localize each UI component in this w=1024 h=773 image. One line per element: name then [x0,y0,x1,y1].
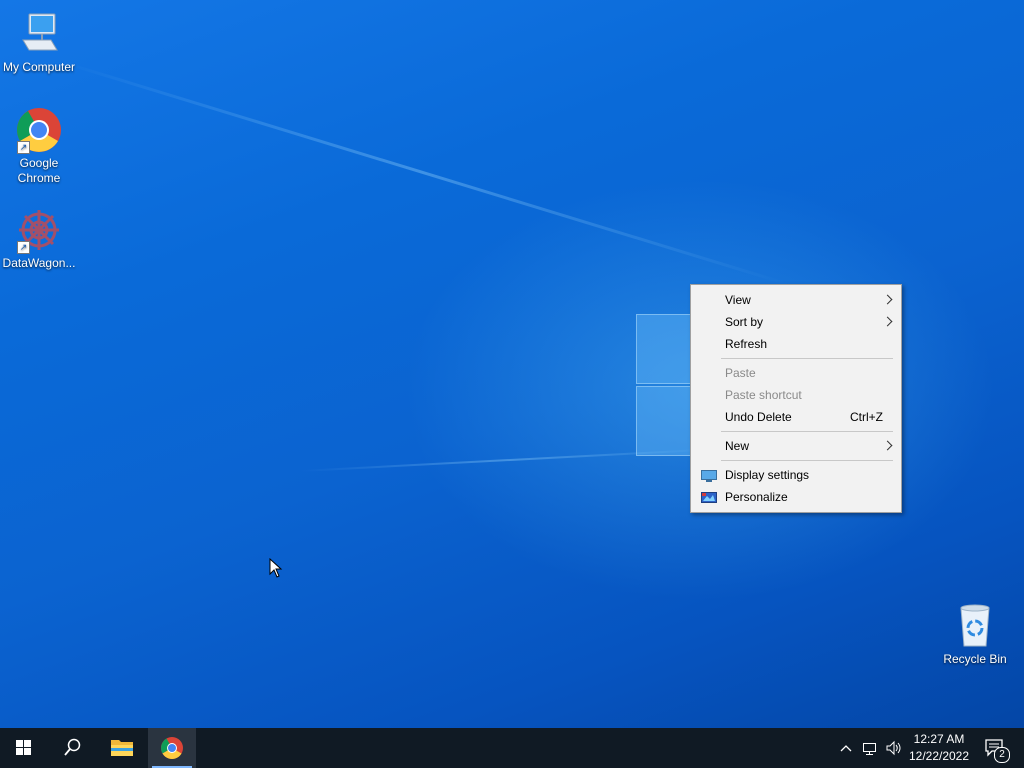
desktop[interactable]: My Computer ↗ Google Chrome ↗ DataWagon.… [0,0,1024,728]
menu-item-label: Undo Delete [725,410,792,424]
volume-icon[interactable] [886,740,902,756]
desktop-icon-label: Google Chrome [17,156,61,185]
menu-item-label: Personalize [725,490,788,504]
shortcut-arrow-icon: ↗ [17,141,30,154]
wallpaper-light-beam [59,60,787,286]
file-explorer-icon [111,740,133,756]
menu-separator [721,358,893,359]
computer-icon [15,10,63,58]
menu-item-personalize[interactable]: Personalize [693,486,899,508]
recycle-bin-desktop-icon[interactable]: Recycle Bin [936,602,1014,667]
datawagon-desktop-icon[interactable]: ↗ DataWagon... [0,206,78,271]
notification-count-badge: 2 [994,747,1010,763]
menu-separator [721,431,893,432]
taskbar-clock[interactable]: 12:27 AM 12/22/2022 [906,731,972,765]
desktop-icon-label: My Computer [2,60,76,74]
chevron-right-icon [882,294,893,305]
chevron-up-icon[interactable] [838,740,854,756]
search-icon [64,738,81,756]
chrome-taskbar-button[interactable] [148,728,196,768]
menu-item-new[interactable]: New [693,435,899,457]
menu-item-paste-shortcut: Paste shortcut [693,384,899,406]
network-icon[interactable] [862,740,878,756]
menu-item-paste: Paste [693,362,899,384]
mouse-pointer-icon [269,557,283,578]
chrome-icon: ↗ [15,106,63,154]
menu-item-shortcut: Ctrl+Z [850,410,883,424]
display-settings-icon [701,468,717,482]
menu-item-label: Paste [725,366,756,380]
wallpaper-light-beam [300,448,720,472]
menu-separator [721,460,893,461]
chevron-right-icon [882,440,893,451]
menu-item-undo-delete[interactable]: Undo Delete Ctrl+Z [693,406,899,428]
start-icon [16,740,31,755]
menu-item-label: View [725,293,751,307]
menu-item-sort-by[interactable]: Sort by [693,311,899,333]
desktop-icon-label: Recycle Bin [943,652,1007,666]
menu-item-label: Display settings [725,468,810,482]
file-explorer-taskbar-button[interactable] [98,728,146,768]
search-button[interactable] [48,728,96,768]
menu-item-label: Paste shortcut [725,388,802,402]
my-computer-desktop-icon[interactable]: My Computer [0,10,78,75]
clock-time: 12:27 AM [913,732,965,746]
datawagon-icon: ↗ [15,206,63,254]
desktop-context-menu: View Sort by Refresh Paste Paste shortcu… [690,284,902,513]
menu-item-view[interactable]: View [693,289,899,311]
clock-date: 12/22/2022 [908,749,970,763]
notification-count: 2 [999,749,1005,760]
google-chrome-desktop-icon[interactable]: ↗ Google Chrome [0,106,78,186]
start-button[interactable] [0,728,48,768]
menu-item-label: New [725,439,750,453]
menu-item-label: Sort by [725,315,764,329]
menu-item-label: Refresh [725,337,768,351]
shortcut-arrow-icon: ↗ [17,241,30,254]
taskbar: 12:27 AM 12/22/2022 2 [0,728,1024,768]
menu-item-refresh[interactable]: Refresh [693,333,899,355]
desktop-icon-label: DataWagon... [2,256,76,270]
action-center-button[interactable]: 2 [976,728,1024,768]
menu-item-display-settings[interactable]: Display settings [693,464,899,486]
chevron-right-icon [882,316,893,327]
chrome-icon [161,737,183,759]
recycle-bin-icon [951,602,999,650]
personalize-icon [701,490,717,504]
